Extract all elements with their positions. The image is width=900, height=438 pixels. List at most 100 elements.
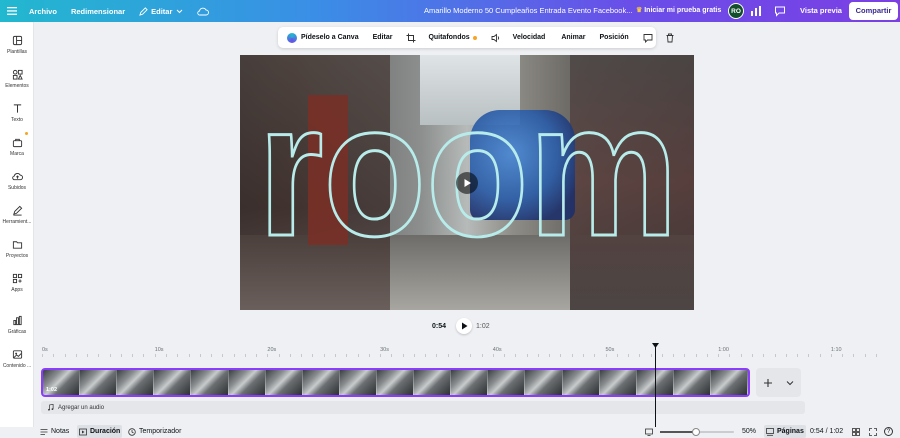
timeline-tick: [492, 354, 494, 357]
notes-button[interactable]: Notas: [40, 425, 69, 438]
preview-button[interactable]: Vista previa: [794, 2, 848, 20]
crop-button[interactable]: [402, 27, 424, 48]
timeline-tick: [616, 354, 618, 357]
comment-add-button[interactable]: [639, 27, 661, 48]
sidebar-item-herramientas[interactable]: Herramient...: [0, 202, 34, 232]
clip-frame-thumbnail: [265, 370, 303, 395]
zoom-slider-handle[interactable]: [692, 428, 700, 436]
overlay-text-label: room: [258, 95, 678, 245]
clock-icon: [128, 427, 136, 436]
redimensionar-menu[interactable]: Redimensionar: [64, 0, 132, 22]
cloud-save-status[interactable]: [190, 0, 216, 22]
timeline-tick: [109, 354, 111, 357]
document-title[interactable]: Amarillo Moderno 50 Cumpleaños Entrada E…: [424, 0, 632, 22]
chevron-down-icon[interactable]: [786, 380, 794, 386]
timeline-tick: [605, 354, 607, 357]
menu-icon[interactable]: [6, 5, 18, 17]
brand-icon: [12, 138, 22, 148]
timeline-tick: [864, 354, 866, 357]
play-icon: [464, 179, 471, 187]
plus-icon[interactable]: [763, 378, 773, 388]
timeline-tick: [819, 354, 821, 357]
sidebar-item-proyectos[interactable]: Proyectos: [0, 236, 34, 266]
timeline-tick: [132, 354, 134, 357]
play-icon: [461, 322, 467, 330]
clip-frame-thumbnail: [228, 370, 266, 395]
timeline-tick-label: 50s: [605, 347, 615, 353]
timeline-tick: [120, 354, 122, 357]
video-clip-track[interactable]: 1:02: [41, 368, 750, 397]
play-button[interactable]: [456, 318, 472, 334]
canvas-play-button[interactable]: [456, 172, 478, 194]
timeline-tick: [628, 354, 630, 357]
fit-screen-button[interactable]: [645, 425, 656, 438]
sidebar-item-label: Contenido ...: [2, 363, 32, 369]
timeline-tick: [594, 354, 596, 357]
sidebar-item-apps[interactable]: Apps: [0, 270, 34, 300]
animate-button[interactable]: Animar: [557, 27, 589, 48]
timeline-tick: [661, 354, 663, 357]
notes-label: Notas: [51, 428, 70, 435]
timeline-tick: [211, 354, 213, 357]
clip-frame-thumbnail: [117, 370, 155, 395]
volume-button[interactable]: [487, 27, 509, 48]
timeline-tick: [774, 354, 776, 357]
timeline-tick: [571, 354, 573, 357]
design-canvas[interactable]: room: [240, 55, 694, 310]
background-remover-button[interactable]: Quitafondos: [424, 27, 480, 48]
playback-controls: 0:54 1:02: [432, 318, 502, 334]
sidebar-item-elementos[interactable]: Elementos: [0, 66, 34, 96]
pages-button[interactable]: Páginas: [764, 425, 806, 438]
timeline-tick: [582, 354, 584, 357]
context-toolbar: Pídeselo a Canva Editar Quitafondos Velo…: [278, 27, 674, 48]
delete-button[interactable]: [661, 27, 683, 48]
chevron-down-icon: [177, 9, 183, 13]
clip-frame-thumbnail: [525, 370, 563, 395]
sidebar-item-marca[interactable]: Marca: [0, 134, 34, 164]
crop-icon: [406, 33, 416, 42]
sidebar-item-texto[interactable]: Texto: [0, 100, 34, 130]
trial-button[interactable]: ♛ Iniciar mi prueba gratis: [636, 0, 721, 22]
zoom-level[interactable]: 50%: [742, 425, 756, 438]
timeline-tick: [188, 354, 190, 357]
trash-icon: [666, 33, 674, 42]
comment-icon[interactable]: [774, 5, 786, 17]
grid-view-button[interactable]: [852, 425, 863, 438]
share-button[interactable]: Compartir: [849, 2, 898, 20]
timeline-tick: [481, 354, 483, 357]
duration-button[interactable]: Duración: [77, 425, 123, 438]
playhead[interactable]: [655, 343, 656, 427]
timeline-tick: [380, 354, 382, 357]
template-icon: [12, 35, 22, 46]
timer-button[interactable]: Temporizador: [128, 425, 181, 438]
grid-icon: [852, 427, 860, 436]
timeline-tick: [436, 354, 438, 357]
speed-button[interactable]: Velocidad: [509, 27, 550, 48]
sidebar-item-contenido[interactable]: Contenido ...: [0, 346, 34, 376]
sidebar-item-plantillas[interactable]: Plantillas: [0, 32, 34, 62]
sidebar-item-subidos[interactable]: Subidos: [0, 168, 34, 198]
clip-frame-thumbnail: [710, 370, 748, 395]
ask-canva-button[interactable]: Pídeselo a Canva: [283, 27, 363, 48]
fullscreen-button[interactable]: [869, 425, 880, 438]
editar-menu[interactable]: Editar: [132, 0, 190, 22]
timeline-tick: [98, 354, 100, 357]
archivo-menu[interactable]: Archivo: [22, 0, 64, 22]
help-button[interactable]: ?: [884, 425, 893, 438]
timeline-tick: [785, 354, 787, 357]
edit-button[interactable]: Editar: [369, 27, 397, 48]
timeline-ruler[interactable]: 0s 10s 20s 30s 40s 50s 1:00 1:10: [38, 343, 878, 358]
timeline-tick: [75, 354, 77, 357]
avatar[interactable]: RO: [728, 3, 744, 19]
timeline-tick-label: 20s: [267, 347, 277, 353]
sidebar-item-graficas[interactable]: Gráficas: [0, 312, 34, 342]
pen-icon: [139, 6, 148, 16]
position-button[interactable]: Posición: [595, 27, 632, 48]
zoom-slider[interactable]: [660, 428, 734, 436]
overlay-text[interactable]: room: [258, 95, 678, 245]
image-icon: [12, 350, 22, 359]
timeline-tick: [199, 354, 201, 357]
stats-icon[interactable]: [750, 5, 762, 17]
add-audio-row[interactable]: Agregar un audio: [41, 401, 805, 414]
timeline-tick: [830, 354, 832, 357]
